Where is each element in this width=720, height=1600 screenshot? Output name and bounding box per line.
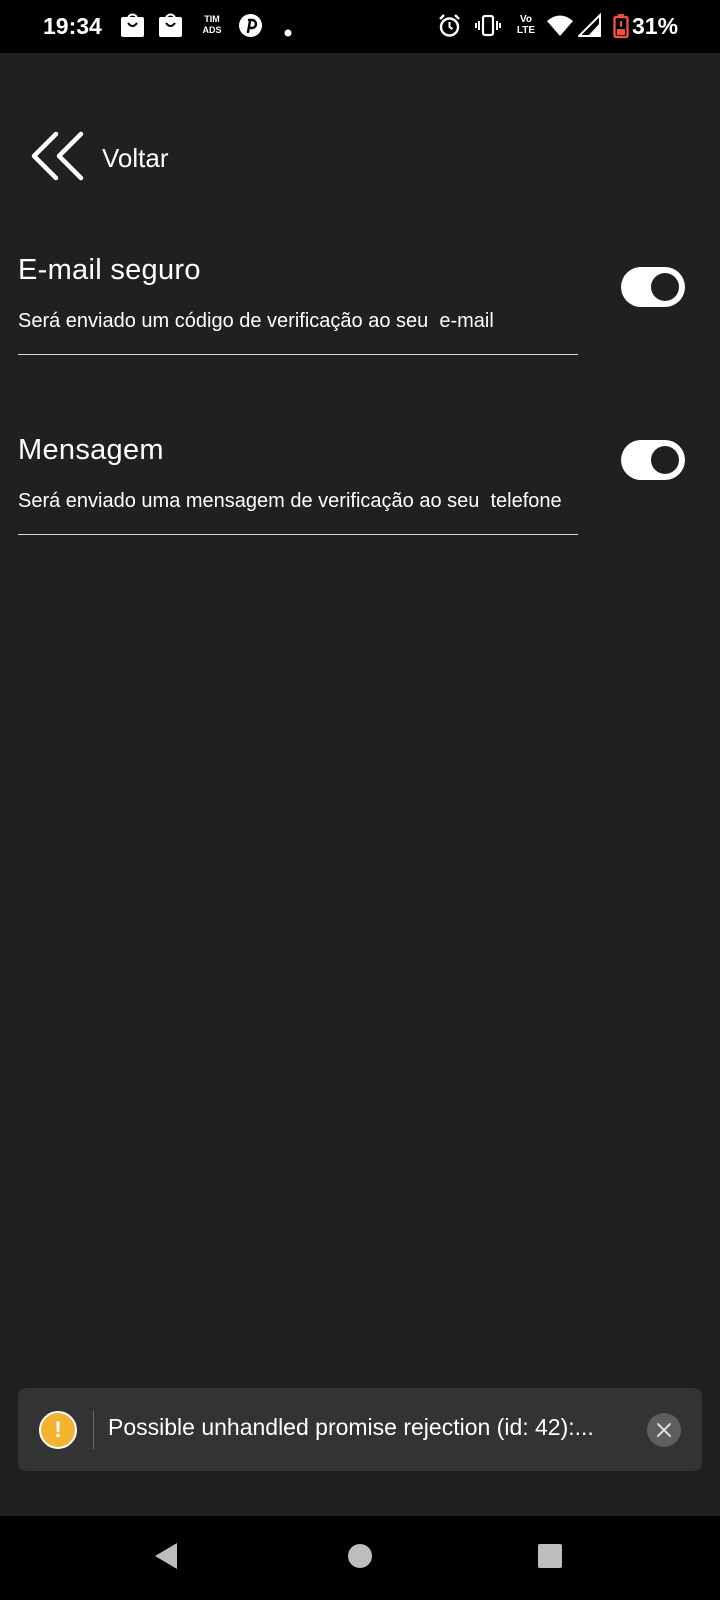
secure-email-toggle[interactable]: [621, 267, 685, 307]
toggle-knob: [651, 446, 679, 474]
vibrate-icon: [475, 13, 501, 43]
nav-home-button[interactable]: [320, 1516, 400, 1600]
setting-title: E-mail seguro: [18, 254, 201, 286]
close-icon[interactable]: [647, 1413, 681, 1447]
alarm-icon: [437, 13, 462, 43]
setting-secure-email: E-mail seguro Será enviado um código de …: [18, 254, 702, 358]
volte-label-top: Vo: [519, 14, 533, 25]
toast-message: Possible unhandled promise rejection (id…: [108, 1414, 594, 1440]
pinterest-icon: [238, 13, 263, 43]
signal-icon: [576, 12, 602, 43]
recents-square-icon: [537, 1543, 563, 1574]
setting-description: Será enviado uma mensagem de verificação…: [18, 490, 562, 512]
status-time: 19:34: [43, 13, 102, 39]
nav-recents-button[interactable]: [510, 1516, 590, 1600]
battery-icon: [613, 13, 629, 44]
setting-description: Será enviado um código de verificação ao…: [18, 310, 494, 332]
divider: [18, 354, 578, 355]
warning-toast[interactable]: ! Possible unhandled promise rejection (…: [18, 1388, 702, 1471]
shopee-bag-icon: [120, 13, 145, 43]
battery-percent: 31%: [632, 13, 679, 39]
wifi-icon: [546, 13, 574, 43]
status-bar: 19:34 TIM ADS Vo LTE 31%: [0, 0, 720, 53]
shopee-bag-icon: [158, 13, 183, 43]
back-triangle-icon: [152, 1541, 180, 1576]
setting-title: Mensagem: [18, 434, 164, 466]
volte-label-bottom: LTE: [516, 25, 536, 36]
dot-icon: [284, 24, 292, 42]
setting-message: Mensagem Será enviado uma mensagem de ve…: [18, 434, 702, 538]
warning-icon: !: [39, 1411, 77, 1449]
back-label: Voltar: [102, 142, 169, 173]
volte-icon: Vo LTE: [513, 14, 539, 36]
home-circle-icon: [347, 1543, 373, 1574]
toast-divider: [93, 1411, 94, 1449]
navigation-bar: [0, 1516, 720, 1600]
divider: [18, 534, 578, 535]
tim-ads-label-bottom: ADS: [202, 25, 222, 35]
toggle-knob: [651, 273, 679, 301]
tim-ads-label-top: TIM: [204, 14, 220, 24]
double-chevron-left-icon: [28, 128, 88, 189]
nav-back-button[interactable]: [126, 1516, 206, 1600]
message-toggle[interactable]: [621, 440, 685, 480]
tim-ads-icon: TIM ADS: [199, 14, 225, 36]
back-button[interactable]: Voltar: [28, 130, 169, 186]
